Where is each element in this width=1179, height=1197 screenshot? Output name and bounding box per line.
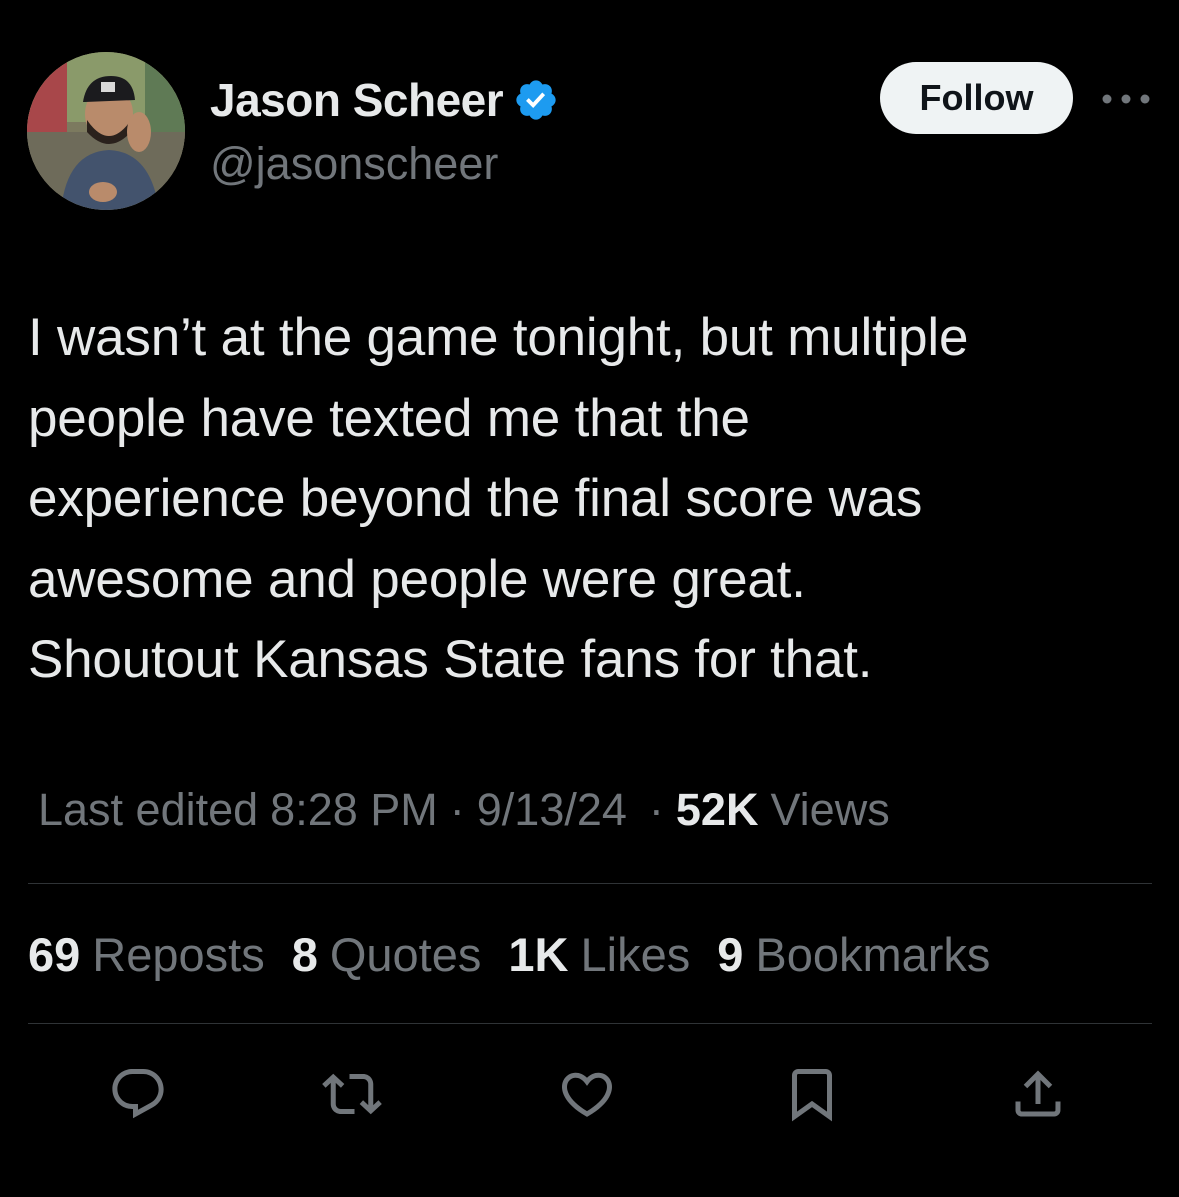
stat-count: 1K	[508, 927, 569, 981]
engagement-stats: 69 Reposts 8 Quotes 1K Likes 9 Bookmarks	[28, 924, 1017, 984]
like-button[interactable]	[555, 1062, 619, 1126]
stat-count: 8	[291, 927, 318, 981]
stat-count: 9	[717, 927, 744, 981]
tweet: Jason Scheer @jasonscheer Follow I wasn’…	[0, 0, 1179, 1197]
repost-button[interactable]	[320, 1062, 384, 1126]
display-name[interactable]: Jason Scheer	[210, 73, 504, 127]
profile-photo	[27, 52, 185, 210]
stat-label: Likes	[580, 927, 691, 981]
divider	[28, 1023, 1152, 1024]
more-dots-icon	[1102, 94, 1150, 104]
tweet-date[interactable]: 9/13/24	[477, 784, 627, 836]
display-name-row[interactable]: Jason Scheer	[210, 70, 559, 130]
stat-label: Quotes	[329, 927, 482, 981]
reply-icon	[112, 1069, 164, 1119]
verified-badge-icon[interactable]	[513, 77, 559, 123]
bookmark-button[interactable]	[780, 1062, 844, 1126]
meta-separator: ·	[449, 784, 465, 835]
meta-separator: ·	[648, 784, 664, 835]
bookmark-icon	[792, 1069, 832, 1122]
edited-label[interactable]: Last edited	[38, 784, 258, 836]
share-button[interactable]	[1006, 1062, 1070, 1126]
share-icon	[1015, 1070, 1061, 1117]
quotes-stat[interactable]: 8 Quotes	[292, 927, 482, 982]
tweet-time[interactable]: 8:28 PM	[270, 784, 438, 836]
tweet-meta: Last edited 8:28 PM · 9/13/24 · 52K View…	[38, 780, 890, 840]
more-options-button[interactable]	[1100, 84, 1152, 114]
repost-icon	[322, 1073, 382, 1115]
reposts-stat[interactable]: 69 Reposts	[28, 927, 265, 982]
bookmarks-stat[interactable]: 9 Bookmarks	[717, 927, 990, 982]
stat-label: Bookmarks	[755, 927, 991, 981]
views-count[interactable]: 52K	[676, 784, 759, 836]
stat-count: 69	[28, 927, 81, 981]
follow-button[interactable]: Follow	[880, 62, 1073, 134]
views-label[interactable]: Views	[770, 784, 889, 836]
avatar[interactable]	[27, 52, 185, 210]
like-icon	[561, 1072, 613, 1117]
likes-stat[interactable]: 1K Likes	[508, 927, 690, 982]
divider	[28, 883, 1152, 884]
tweet-text: I wasn’t at the game tonight, but multip…	[28, 308, 969, 689]
reply-button[interactable]	[106, 1062, 170, 1126]
stat-label: Reposts	[92, 927, 265, 981]
user-handle[interactable]: @jasonscheer	[210, 138, 498, 190]
